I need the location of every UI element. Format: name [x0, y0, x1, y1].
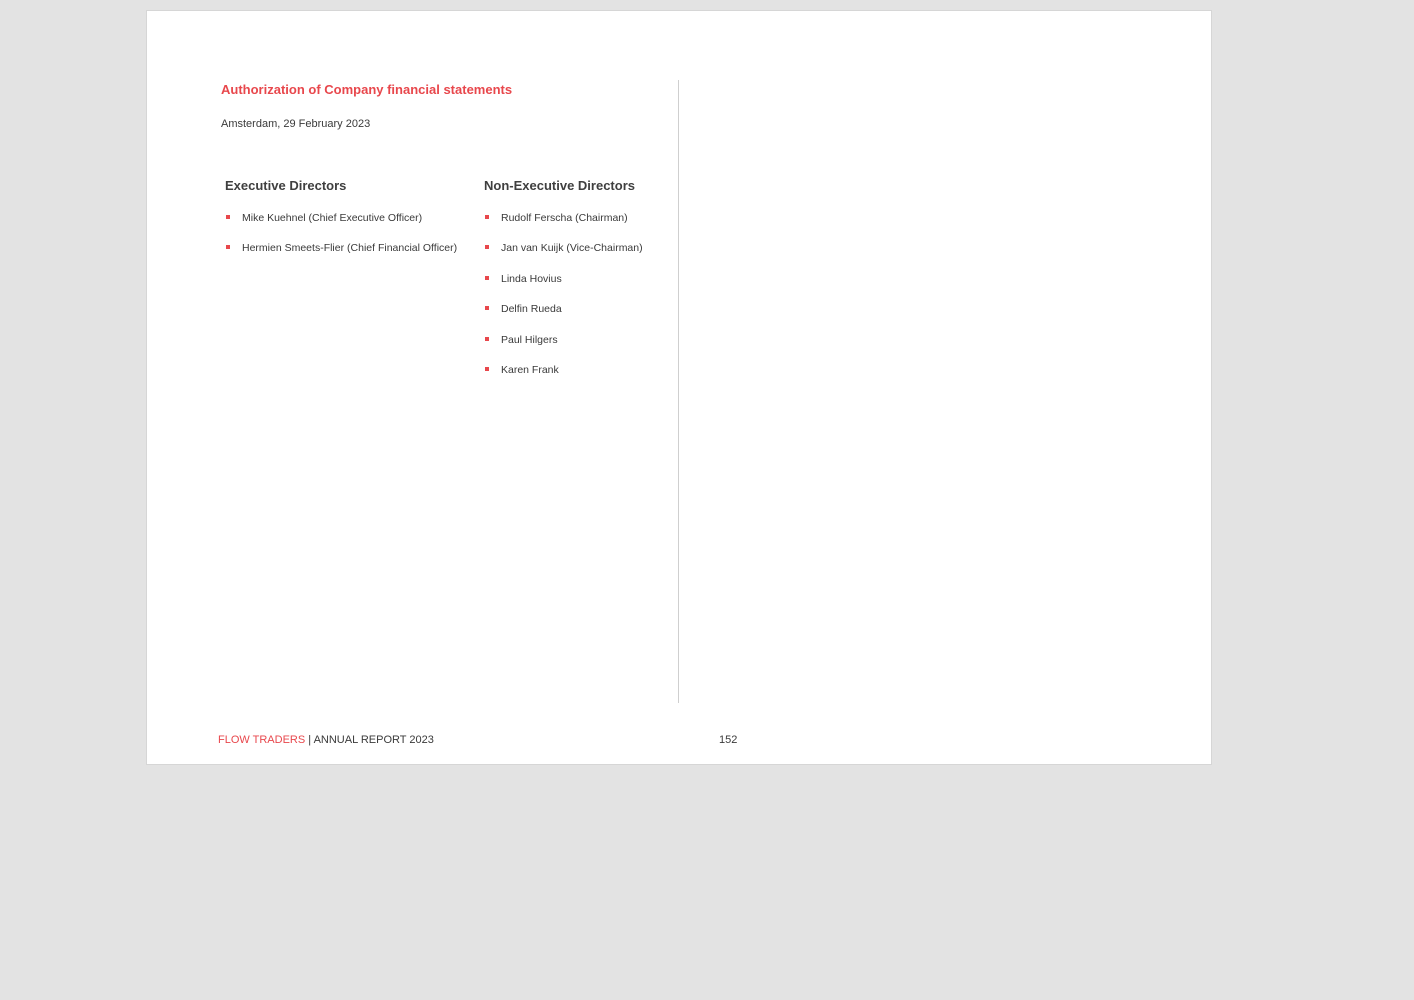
square-bullet-icon	[485, 215, 489, 219]
square-bullet-icon	[226, 215, 230, 219]
non-executive-directors-list: Rudolf Ferscha (Chairman) Jan van Kuijk …	[485, 211, 643, 393]
square-bullet-icon	[485, 336, 489, 341]
executive-directors-list: Mike Kuehnel (Chief Executive Officer) H…	[226, 211, 457, 272]
square-bullet-icon	[485, 275, 489, 280]
square-bullet-icon	[485, 306, 489, 311]
column-divider	[678, 80, 679, 703]
executive-directors-heading: Executive Directors	[225, 178, 347, 193]
footer-brand: FLOW TRADERS	[218, 734, 306, 746]
list-item: Linda Hovius	[485, 272, 643, 302]
footer-report-title: FLOW TRADERS | ANNUAL REPORT 2023	[218, 734, 434, 746]
square-bullet-icon	[226, 245, 230, 250]
list-item: Rudolf Ferscha (Chairman)	[485, 211, 643, 241]
place-and-date: Amsterdam, 29 February 2023	[221, 118, 371, 130]
square-bullet-icon	[485, 366, 489, 371]
section-title: Authorization of Company financial state…	[221, 82, 513, 97]
non-executive-directors-heading: Non-Executive Directors	[484, 178, 635, 193]
list-item: Hermien Smeets-Flier (Chief Financial Of…	[226, 241, 457, 271]
director-name: Karen Frank	[501, 363, 559, 376]
director-name: Linda Hovius	[501, 272, 562, 285]
director-name: Rudolf Ferscha (Chairman)	[501, 212, 628, 224]
director-name: Delfin Rueda	[501, 303, 562, 316]
director-name: Paul Hilgers	[501, 333, 558, 346]
list-item: Delfin Rueda	[485, 302, 643, 332]
list-item: Karen Frank	[485, 363, 643, 393]
page-number: 152	[719, 734, 738, 746]
director-name: Hermien Smeets-Flier (Chief Financial Of…	[242, 242, 458, 255]
list-item: Mike Kuehnel (Chief Executive Officer)	[226, 211, 457, 241]
list-item: Paul Hilgers	[485, 333, 643, 363]
square-bullet-icon	[485, 245, 489, 250]
director-name: Mike Kuehnel (Chief Executive Officer)	[242, 212, 423, 224]
list-item: Jan van Kuijk (Vice-Chairman)	[485, 241, 643, 271]
footer-separator: |	[305, 734, 314, 746]
director-name: Jan van Kuijk (Vice-Chairman)	[501, 242, 643, 255]
footer-report-name: ANNUAL REPORT 2023	[313, 734, 434, 746]
